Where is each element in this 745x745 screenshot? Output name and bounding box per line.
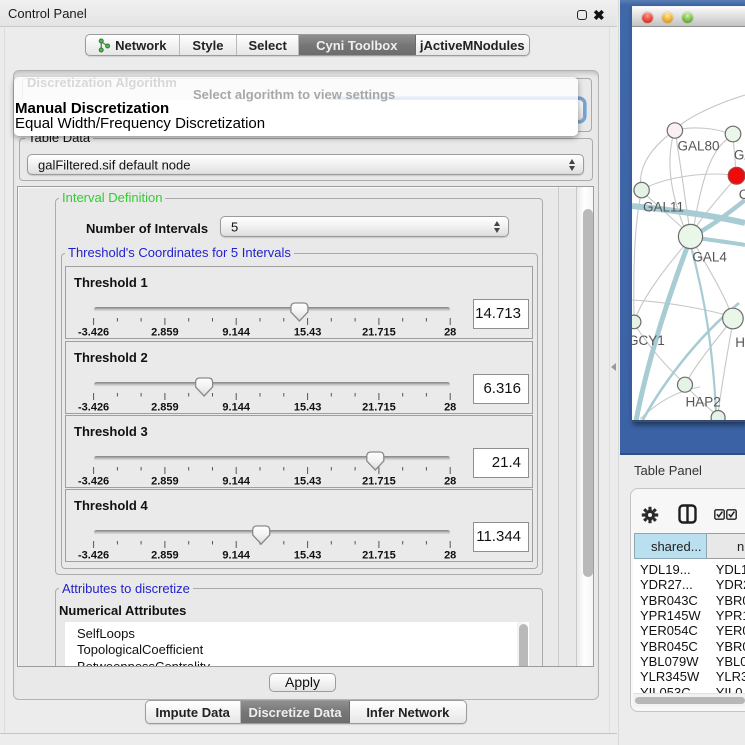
svg-text:GAL8: GAL8	[734, 148, 745, 163]
svg-text:2.859: 2.859	[151, 401, 179, 413]
svg-text:GAL4: GAL4	[692, 250, 727, 265]
svg-text:15.43: 15.43	[294, 327, 322, 339]
svg-text:GAL80: GAL80	[678, 139, 720, 154]
svg-text:21.715: 21.715	[362, 401, 396, 413]
svg-text:15.43: 15.43	[294, 475, 322, 487]
svg-text:2.859: 2.859	[151, 475, 179, 487]
svg-text:28: 28	[444, 327, 456, 339]
svg-text:-3.426: -3.426	[78, 475, 109, 487]
svg-text:28: 28	[444, 550, 456, 562]
svg-text:15.43: 15.43	[294, 401, 322, 413]
svg-text:21.715: 21.715	[362, 327, 396, 339]
svg-text:28: 28	[444, 401, 456, 413]
svg-text:GCY1: GCY1	[632, 333, 665, 348]
svg-text:HAP2: HAP2	[686, 395, 721, 410]
svg-text:2.859: 2.859	[151, 550, 179, 562]
svg-text:9.144: 9.144	[222, 475, 250, 487]
svg-text:2.859: 2.859	[151, 327, 179, 339]
svg-text:GAL11: GAL11	[643, 200, 684, 215]
svg-text:-3.426: -3.426	[78, 550, 109, 562]
svg-text:9.144: 9.144	[222, 327, 250, 339]
svg-text:21.715: 21.715	[362, 550, 396, 562]
svg-text:9.144: 9.144	[222, 401, 250, 413]
svg-text:-3.426: -3.426	[78, 401, 109, 413]
svg-text:15.43: 15.43	[294, 550, 322, 562]
svg-text:21.715: 21.715	[362, 475, 396, 487]
svg-text:9.144: 9.144	[222, 550, 250, 562]
svg-text:28: 28	[444, 475, 456, 487]
svg-text:-3.426: -3.426	[78, 327, 109, 339]
svg-text:C: C	[739, 187, 745, 202]
svg-text:H: H	[735, 335, 745, 350]
